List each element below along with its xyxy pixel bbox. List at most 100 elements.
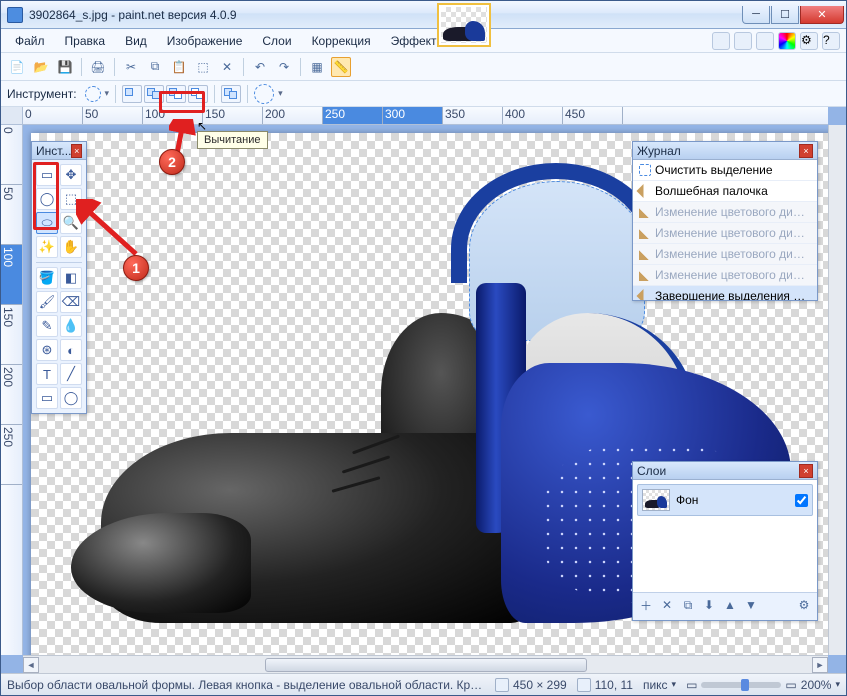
tool-picker[interactable]: 💧 <box>60 315 82 337</box>
close-button[interactable]: ✕ <box>800 6 844 24</box>
scrollbar-horizontal[interactable]: ◄ ► <box>23 655 828 673</box>
scrollbar-vertical[interactable] <box>828 125 846 655</box>
tooltip: Вычитание <box>197 131 268 149</box>
tool-gradient[interactable]: ◧ <box>60 267 82 289</box>
layers-panel[interactable]: Слои× Фон ＋ ✕ ⧉ ⬇ ▲ ▼ ⚙ <box>632 461 818 621</box>
tool-text[interactable]: T <box>36 363 58 385</box>
history-panel[interactable]: Журнал× Очистить выделениеВолшебная пало… <box>632 141 818 301</box>
ruler-icon[interactable]: 📏 <box>331 57 351 77</box>
tool-move[interactable]: ✥ <box>60 164 82 186</box>
dropdown-icon[interactable]: ▾ <box>105 88 110 99</box>
history-item[interactable]: Изменение цветового диапазона <box>633 265 817 286</box>
menu-layers[interactable]: Слои <box>254 31 299 51</box>
scroll-right-icon[interactable]: ► <box>812 657 828 673</box>
statusbar: Выбор области овальной формы. Левая кноп… <box>1 673 846 695</box>
tool-recolor[interactable]: ◐ <box>60 339 82 361</box>
panel-close-button[interactable]: × <box>799 144 813 158</box>
grid-icon[interactable]: ▦ <box>307 57 327 77</box>
history-item-label: Изменение цветового диапазона <box>655 205 811 219</box>
tool-brush[interactable]: 🖌 <box>36 291 58 313</box>
tool-clone[interactable]: ⊛ <box>36 339 58 361</box>
tool-zoom[interactable]: 🔍 <box>60 212 82 234</box>
zoom-in-icon[interactable]: ▭ <box>785 678 796 692</box>
tool-ellipse-select[interactable]: ⬭ <box>36 212 58 234</box>
history-item[interactable]: Изменение цветового диапазона <box>633 202 817 223</box>
zoom-slider[interactable] <box>701 682 781 688</box>
layer-merge-icon[interactable]: ⬇ <box>700 596 718 614</box>
tool-line[interactable]: ╱ <box>60 363 82 385</box>
undo-icon[interactable]: ↶ <box>250 57 270 77</box>
document-tab[interactable] <box>437 3 491 47</box>
titlebar[interactable]: 3902864_s.jpg - paint.net версия 4.0.9 ─… <box>1 1 846 29</box>
panel-close-button[interactable]: × <box>71 144 82 158</box>
mode-add-button[interactable] <box>144 85 164 103</box>
colors-toggle-icon[interactable] <box>778 32 796 50</box>
panel-close-button[interactable]: × <box>799 464 813 478</box>
tools-toggle-icon[interactable] <box>712 32 730 50</box>
deselect-icon[interactable]: ✕ <box>217 57 237 77</box>
layer-thumbnail <box>642 489 670 511</box>
layers-toggle-icon[interactable] <box>756 32 774 50</box>
history-item-label: Волшебная палочка <box>655 184 768 198</box>
tool-eraser[interactable]: ⌫ <box>60 291 82 313</box>
status-zoom[interactable]: 200% <box>801 678 832 692</box>
tool-shape[interactable]: ◯ <box>60 387 82 409</box>
history-item-label: Очистить выделение <box>655 163 773 177</box>
tool-rect[interactable]: ▭ <box>36 387 58 409</box>
tool-pencil[interactable]: ✎ <box>36 315 58 337</box>
mode-subtract-button[interactable] <box>166 85 186 103</box>
tool-rect-select[interactable]: ▭ <box>36 164 58 186</box>
menu-file[interactable]: Файл <box>7 31 53 51</box>
flood-mode-icon[interactable] <box>254 84 274 104</box>
layer-down-icon[interactable]: ▼ <box>742 596 760 614</box>
layer-item[interactable]: Фон <box>637 484 813 516</box>
mode-intersect-button[interactable] <box>188 85 208 103</box>
minimize-button[interactable]: ─ <box>742 6 770 24</box>
history-toggle-icon[interactable] <box>734 32 752 50</box>
tool-fill[interactable]: 🪣 <box>36 267 58 289</box>
tool-lasso[interactable]: ◯ <box>36 188 58 210</box>
save-icon[interactable]: 💾 <box>55 57 75 77</box>
scroll-left-icon[interactable]: ◄ <box>23 657 39 673</box>
layer-props-icon[interactable]: ⚙ <box>795 596 813 614</box>
layer-dup-icon[interactable]: ⧉ <box>679 596 697 614</box>
tool-move-sel[interactable]: ⬚ <box>60 188 82 210</box>
tool-wand[interactable]: ✨ <box>36 236 58 258</box>
ellipse-select-icon[interactable] <box>85 86 101 102</box>
mode-xor-button[interactable] <box>221 85 241 103</box>
history-item[interactable]: Изменение цветового диапазона <box>633 244 817 265</box>
crop-icon[interactable]: ⬚ <box>193 57 213 77</box>
history-item[interactable]: Очистить выделение <box>633 160 817 181</box>
settings-icon[interactable]: ⚙ <box>800 32 818 50</box>
layer-visible-checkbox[interactable] <box>795 494 808 507</box>
menu-adjust[interactable]: Коррекция <box>304 31 379 51</box>
mode-replace-button[interactable] <box>122 85 142 103</box>
history-item-icon <box>637 288 654 300</box>
layer-up-icon[interactable]: ▲ <box>721 596 739 614</box>
history-item[interactable]: Завершение выделения палочкой <box>633 286 817 300</box>
layer-add-icon[interactable]: ＋ <box>637 596 655 614</box>
new-icon[interactable]: 📄 <box>7 57 27 77</box>
zoom-out-icon[interactable]: ▭ <box>686 678 697 692</box>
history-item[interactable]: Волшебная палочка <box>633 181 817 202</box>
help-icon[interactable]: ? <box>822 32 840 50</box>
status-unit[interactable]: пикс <box>643 678 668 692</box>
open-icon[interactable]: 📂 <box>31 57 51 77</box>
maximize-button[interactable]: ☐ <box>771 6 799 24</box>
tools-panel[interactable]: Инст...× ▭ ✥ ◯ ⬚ ⬭ 🔍 ✨ ✋ 🪣 ◧ 🖌 ⌫ ✎ 💧 ⊛ ◐… <box>31 141 87 414</box>
print-icon[interactable]: 🖨 <box>88 57 108 77</box>
menu-view[interactable]: Вид <box>117 31 155 51</box>
cut-icon[interactable]: ✂ <box>121 57 141 77</box>
scroll-thumb[interactable] <box>265 658 587 672</box>
history-item[interactable]: Изменение цветового диапазона <box>633 223 817 244</box>
redo-icon[interactable]: ↷ <box>274 57 294 77</box>
menu-image[interactable]: Изображение <box>159 31 251 51</box>
copy-icon[interactable]: ⧉ <box>145 57 165 77</box>
status-dims: 450 × 299 <box>513 678 567 692</box>
window-title: 3902864_s.jpg - paint.net версия 4.0.9 <box>29 8 742 22</box>
dropdown-icon[interactable]: ▾ <box>278 88 283 99</box>
layer-delete-icon[interactable]: ✕ <box>658 596 676 614</box>
paste-icon[interactable]: 📋 <box>169 57 189 77</box>
tool-pan[interactable]: ✋ <box>60 236 82 258</box>
menu-edit[interactable]: Правка <box>57 31 114 51</box>
